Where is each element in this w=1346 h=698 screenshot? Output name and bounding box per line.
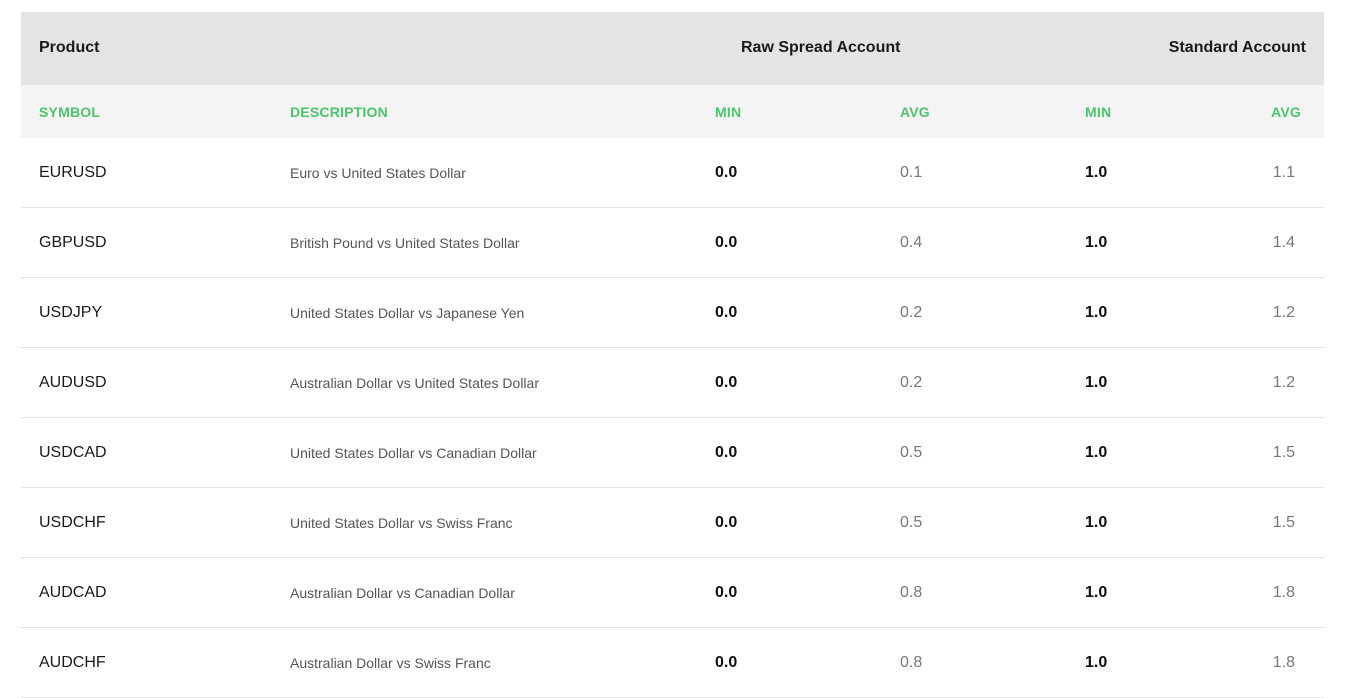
- symbol-column-header: SYMBOL: [39, 104, 101, 120]
- standard-min-column-header: MIN: [1085, 104, 1112, 120]
- description-cell: United States Dollar vs Japanese Yen: [290, 305, 525, 321]
- description-cell: Euro vs United States Dollar: [290, 165, 466, 181]
- description-cell: Australian Dollar vs Swiss Franc: [290, 655, 491, 671]
- symbol-cell: USDJPY: [39, 304, 103, 321]
- symbol-cell: AUDUSD: [39, 374, 107, 391]
- standard-avg-cell: 1.5: [1272, 514, 1295, 531]
- standard-min-cell: 1.0: [1085, 374, 1108, 391]
- product-header: Product: [39, 39, 100, 56]
- standard-account-header: Standard Account: [1168, 39, 1306, 56]
- raw-min-column-header: MIN: [715, 104, 742, 120]
- standard-avg-cell: 1.5: [1272, 444, 1295, 461]
- table-row: AUDCAD Australian Dollar vs Canadian Dol…: [21, 558, 1324, 628]
- table-row: USDCAD United States Dollar vs Canadian …: [21, 418, 1324, 488]
- table-row: GBPUSD British Pound vs United States Do…: [21, 208, 1324, 278]
- table-row: AUDUSD Australian Dollar vs United State…: [21, 348, 1324, 418]
- raw-avg-cell: 0.1: [900, 164, 923, 181]
- standard-min-cell: 1.0: [1085, 584, 1108, 601]
- symbol-cell: AUDCHF: [39, 654, 106, 671]
- standard-min-cell: 1.0: [1085, 444, 1108, 461]
- symbol-cell: AUDCAD: [39, 584, 107, 601]
- raw-avg-cell: 0.2: [900, 374, 923, 391]
- standard-avg-cell: 1.4: [1272, 234, 1295, 251]
- raw-min-cell: 0.0: [715, 164, 738, 181]
- table-column-header: SYMBOL DESCRIPTION MIN AVG MIN AVG: [21, 85, 1324, 138]
- description-cell: United States Dollar vs Swiss Franc: [290, 515, 513, 531]
- description-cell: Australian Dollar vs United States Dolla…: [290, 375, 539, 391]
- raw-spread-account-header: Raw Spread Account: [741, 39, 901, 56]
- standard-avg-cell: 1.8: [1272, 654, 1295, 671]
- symbol-cell: USDCAD: [39, 444, 107, 461]
- standard-avg-column-header: AVG: [1271, 104, 1301, 120]
- raw-avg-cell: 0.5: [900, 514, 923, 531]
- raw-min-cell: 0.0: [715, 304, 738, 321]
- description-column-header: DESCRIPTION: [290, 104, 388, 120]
- standard-min-cell: 1.0: [1085, 234, 1108, 251]
- table-row: USDCHF United States Dollar vs Swiss Fra…: [21, 488, 1324, 558]
- table-group-header: Product Raw Spread Account Standard Acco…: [21, 12, 1324, 85]
- raw-min-cell: 0.0: [715, 654, 738, 671]
- raw-avg-column-header: AVG: [900, 104, 930, 120]
- raw-avg-cell: 0.5: [900, 444, 923, 461]
- standard-avg-cell: 1.8: [1272, 584, 1295, 601]
- raw-min-cell: 0.0: [715, 444, 738, 461]
- table-row: USDJPY United States Dollar vs Japanese …: [21, 278, 1324, 348]
- description-cell: United States Dollar vs Canadian Dollar: [290, 445, 537, 461]
- raw-avg-cell: 0.4: [900, 234, 923, 251]
- symbol-cell: USDCHF: [39, 514, 106, 531]
- standard-min-cell: 1.0: [1085, 654, 1108, 671]
- raw-min-cell: 0.0: [715, 584, 738, 601]
- symbol-cell: GBPUSD: [39, 234, 107, 251]
- raw-min-cell: 0.0: [715, 374, 738, 391]
- raw-avg-cell: 0.8: [900, 654, 923, 671]
- raw-min-cell: 0.0: [715, 234, 738, 251]
- description-cell: British Pound vs United States Dollar: [290, 235, 520, 251]
- table-row: EURUSD Euro vs United States Dollar 0.0 …: [21, 138, 1324, 208]
- standard-min-cell: 1.0: [1085, 304, 1108, 321]
- standard-avg-cell: 1.2: [1272, 304, 1295, 321]
- standard-min-cell: 1.0: [1085, 164, 1108, 181]
- symbol-cell: EURUSD: [39, 164, 107, 181]
- raw-min-cell: 0.0: [715, 514, 738, 531]
- description-cell: Australian Dollar vs Canadian Dollar: [290, 585, 515, 601]
- standard-avg-cell: 1.1: [1272, 164, 1295, 181]
- standard-min-cell: 1.0: [1085, 514, 1108, 531]
- raw-avg-cell: 0.2: [900, 304, 923, 321]
- raw-avg-cell: 0.8: [900, 584, 923, 601]
- table-row: AUDCHF Australian Dollar vs Swiss Franc …: [21, 628, 1324, 698]
- standard-avg-cell: 1.2: [1272, 374, 1295, 391]
- spread-table: Product Raw Spread Account Standard Acco…: [21, 12, 1324, 698]
